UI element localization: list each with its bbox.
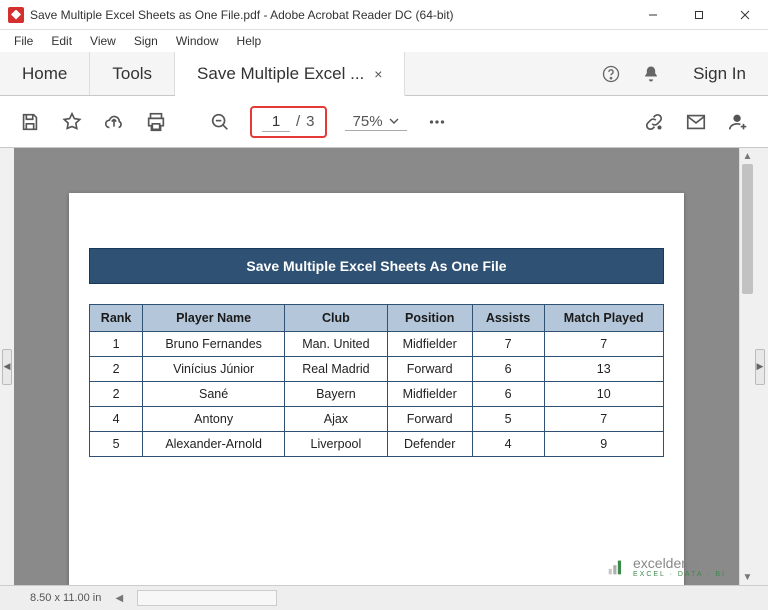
exceldemy-logo-icon	[605, 556, 627, 578]
close-button[interactable]	[722, 0, 768, 30]
print-icon[interactable]	[138, 104, 174, 140]
sign-in-button[interactable]: Sign In	[671, 52, 768, 95]
zoom-value: 75%	[353, 113, 383, 130]
scroll-thumb[interactable]	[742, 164, 753, 294]
table-cell: Midfielder	[387, 382, 472, 407]
maximize-button[interactable]	[676, 0, 722, 30]
window-title: Save Multiple Excel Sheets as One File.p…	[30, 8, 630, 22]
table-cell: 5	[472, 407, 544, 432]
table-cell: Forward	[387, 407, 472, 432]
header-match: Match Played	[544, 305, 664, 332]
table-row: 5Alexander-ArnoldLiverpoolDefender49	[90, 432, 664, 457]
table-cell: 7	[472, 332, 544, 357]
hscroll-left-arrow[interactable]: ◀	[111, 593, 127, 604]
menu-window[interactable]: Window	[168, 32, 227, 50]
tab-document[interactable]: Save Multiple Excel ... ×	[175, 52, 405, 96]
table-row: 2Vinícius JúniorReal MadridForward613	[90, 357, 664, 382]
page-current-input[interactable]	[262, 112, 290, 132]
table-cell: Vinícius Júnior	[143, 357, 285, 382]
table-cell: Antony	[143, 407, 285, 432]
scroll-down-arrow[interactable]: ▼	[740, 569, 755, 585]
header-club: Club	[285, 305, 388, 332]
header-player: Player Name	[143, 305, 285, 332]
pdf-page: Save Multiple Excel Sheets As One File R…	[69, 193, 684, 585]
table-cell: 2	[90, 357, 143, 382]
page-dimensions: 8.50 x 11.00 in	[30, 592, 101, 604]
bell-icon[interactable]	[631, 52, 671, 95]
share-link-icon[interactable]	[636, 104, 672, 140]
table-cell: 7	[544, 407, 664, 432]
page-nav-highlight: / 3	[250, 106, 327, 138]
star-icon[interactable]	[54, 104, 90, 140]
table-cell: Real Madrid	[285, 357, 388, 382]
horizontal-scrollbar[interactable]	[137, 590, 277, 606]
table-cell: Alexander-Arnold	[143, 432, 285, 457]
chevron-down-icon	[389, 116, 399, 126]
table-cell: 5	[90, 432, 143, 457]
zoom-dropdown[interactable]: 75%	[345, 113, 407, 131]
table-row: 4AntonyAjaxForward57	[90, 407, 664, 432]
menu-edit[interactable]: Edit	[43, 32, 80, 50]
table-cell: Midfielder	[387, 332, 472, 357]
header-position: Position	[387, 305, 472, 332]
table-cell: Liverpool	[285, 432, 388, 457]
table-cell: Forward	[387, 357, 472, 382]
profile-add-icon[interactable]	[720, 104, 756, 140]
data-table: Rank Player Name Club Position Assists M…	[89, 304, 664, 457]
cloud-upload-icon[interactable]	[96, 104, 132, 140]
menubar: File Edit View Sign Window Help	[0, 30, 768, 52]
tab-document-label: Save Multiple Excel ...	[197, 64, 364, 84]
table-cell: 4	[472, 432, 544, 457]
table-cell: 6	[472, 382, 544, 407]
scroll-up-arrow[interactable]: ▲	[740, 148, 755, 164]
watermark-sub: EXCEL · DATA · BI	[633, 571, 726, 578]
menu-help[interactable]: Help	[229, 32, 270, 50]
save-icon[interactable]	[12, 104, 48, 140]
tab-home[interactable]: Home	[0, 52, 90, 95]
tabbar: Home Tools Save Multiple Excel ... × Sig…	[0, 52, 768, 96]
titlebar: Save Multiple Excel Sheets as One File.p…	[0, 0, 768, 30]
menu-sign[interactable]: Sign	[126, 32, 166, 50]
statusbar: 8.50 x 11.00 in ◀	[0, 585, 768, 610]
email-icon[interactable]	[678, 104, 714, 140]
page-separator: /	[296, 113, 300, 130]
table-cell: 2	[90, 382, 143, 407]
tab-tools[interactable]: Tools	[90, 52, 175, 95]
table-header-row: Rank Player Name Club Position Assists M…	[90, 305, 664, 332]
right-panel-handle[interactable]: ▶	[755, 349, 765, 385]
zoom-out-icon[interactable]	[202, 104, 238, 140]
table-cell: Bayern	[285, 382, 388, 407]
document-viewport[interactable]: ◀ ▶ ▲ ▼ Save Multiple Excel Sheets As On…	[14, 148, 739, 585]
table-cell: 1	[90, 332, 143, 357]
document-banner: Save Multiple Excel Sheets As One File	[89, 248, 664, 284]
header-assists: Assists	[472, 305, 544, 332]
close-tab-icon[interactable]: ×	[374, 66, 382, 82]
more-icon[interactable]	[419, 104, 455, 140]
table-cell: 13	[544, 357, 664, 382]
watermark: exceldemy EXCEL · DATA · BI	[605, 555, 726, 578]
table-cell: 9	[544, 432, 664, 457]
vertical-scrollbar[interactable]: ▲ ▼	[739, 148, 755, 585]
table-cell: Defender	[387, 432, 472, 457]
acrobat-app-icon	[8, 7, 24, 23]
menu-view[interactable]: View	[82, 32, 124, 50]
table-cell: Ajax	[285, 407, 388, 432]
table-row: 2SanéBayernMidfielder610	[90, 382, 664, 407]
table-row: 1Bruno FernandesMan. UnitedMidfielder77	[90, 332, 664, 357]
page-total: 3	[306, 113, 314, 130]
header-rank: Rank	[90, 305, 143, 332]
minimize-button[interactable]	[630, 0, 676, 30]
table-cell: 10	[544, 382, 664, 407]
toolbar: / 3 75%	[0, 96, 768, 148]
table-cell: 6	[472, 357, 544, 382]
table-cell: Sané	[143, 382, 285, 407]
help-icon[interactable]	[591, 52, 631, 95]
watermark-text: exceldemy	[633, 555, 700, 571]
table-cell: 4	[90, 407, 143, 432]
table-cell: Bruno Fernandes	[143, 332, 285, 357]
menu-file[interactable]: File	[6, 32, 41, 50]
left-panel-handle[interactable]: ◀	[2, 349, 12, 385]
table-cell: Man. United	[285, 332, 388, 357]
table-cell: 7	[544, 332, 664, 357]
